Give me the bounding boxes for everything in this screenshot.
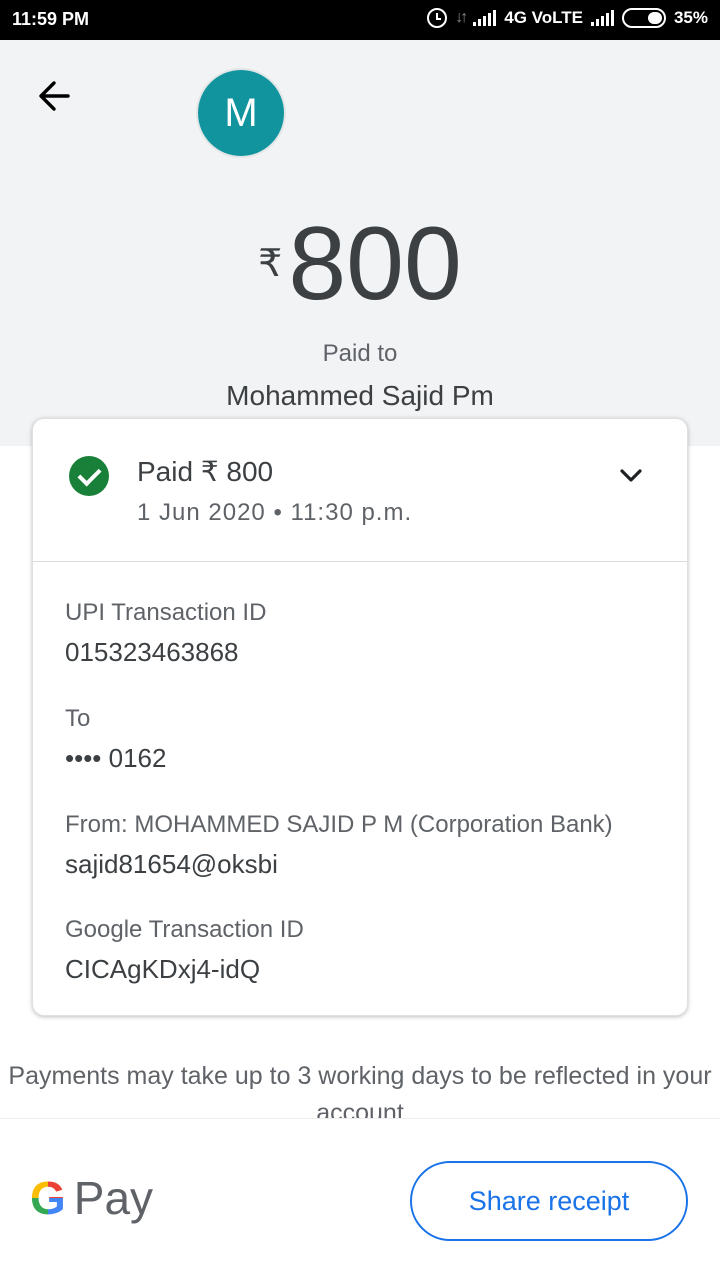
avatar: M — [198, 70, 284, 156]
paid-to-label: Paid to — [322, 340, 398, 367]
detail-label: To — [65, 705, 91, 732]
transaction-card: Paid ₹ 800 1 Jun 2020 • 11:30 p.m. UPI T… — [32, 418, 688, 1016]
detail-from: From: MOHAMMED SAJID P M (Corporation Ba… — [65, 811, 613, 880]
status-icons: ↓↑ 4G VoLTE 35% — [427, 8, 708, 28]
signal-icon — [473, 10, 497, 26]
detail-google-transaction-id: Google Transaction ID CICAgKDxj4-idQ — [65, 916, 304, 985]
detail-label: From: MOHAMMED SAJID P M (Corporation Ba… — [65, 811, 613, 838]
payee-name: Mohammed Sajid Pm — [226, 380, 494, 411]
processing-note: Payments may take up to 3 working days t… — [8, 1062, 712, 1120]
status-title: Paid ₹ 800 — [137, 456, 274, 487]
amount-display: ₹ 800 — [0, 205, 720, 325]
chevron-down-icon[interactable] — [617, 461, 645, 489]
google-g-icon: G — [30, 1172, 66, 1224]
signal-icon-2 — [590, 10, 614, 26]
detail-value: CICAgKDxj4-idQ — [65, 954, 261, 984]
status-date: 1 Jun 2020 • 11:30 p.m. — [137, 499, 413, 526]
detail-upi-transaction-id: UPI Transaction ID 015323463868 — [65, 599, 266, 668]
detail-value: 015323463868 — [65, 637, 239, 667]
pay-wordmark: Pay — [73, 1172, 154, 1224]
back-arrow-icon — [39, 81, 70, 111]
battery-icon — [621, 8, 666, 28]
alarm-icon — [427, 8, 448, 28]
share-receipt-button[interactable]: Share receipt — [410, 1161, 688, 1241]
status-time: 11:59 PM — [12, 9, 90, 29]
check-circle-icon — [69, 456, 109, 496]
detail-value: sajid81654@oksbi — [65, 849, 278, 879]
detail-to: To •••• 0162 — [65, 705, 166, 774]
transaction-summary[interactable]: Paid ₹ 800 1 Jun 2020 • 11:30 p.m. — [33, 419, 687, 562]
amount-value: 800 — [288, 206, 462, 322]
detail-value: •••• 0162 — [65, 743, 167, 773]
status-bar: 11:59 PM ↓↑ 4G VoLTE 35% — [0, 0, 720, 40]
back-button[interactable] — [30, 74, 80, 118]
data-transfer-icon: ↓↑ — [455, 9, 468, 26]
gpay-logo: G Pay — [30, 1171, 153, 1225]
network-type: 4G VoLTE — [504, 8, 583, 27]
bottom-bar: G Pay Share receipt — [0, 1118, 720, 1280]
currency-symbol: ₹ — [258, 243, 283, 285]
detail-label: UPI Transaction ID — [65, 599, 267, 626]
detail-label: Google Transaction ID — [65, 916, 304, 943]
battery-percent: 35% — [673, 8, 708, 27]
